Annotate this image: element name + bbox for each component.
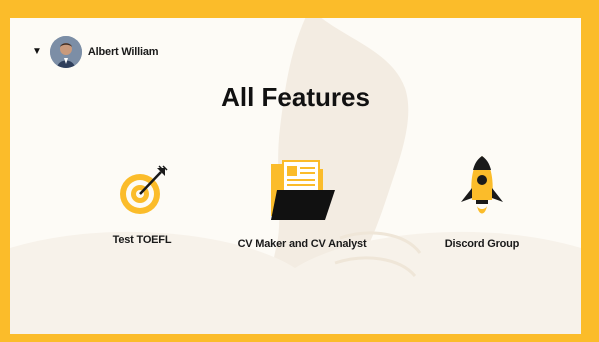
avatar xyxy=(49,36,82,68)
user-name: Albert William xyxy=(87,46,159,58)
feature-label: Test TOEFL xyxy=(112,234,172,246)
feature-label: CV Maker and CV Analyst xyxy=(237,238,367,250)
feature-discord-group[interactable]: Discord Group xyxy=(430,154,534,250)
target-icon xyxy=(120,165,168,214)
app-frame: ▼ Albert William All Features Test TOEFL… xyxy=(0,0,599,342)
frame-border-top xyxy=(0,0,599,18)
feature-cv-maker[interactable]: CV Maker and CV Analyst xyxy=(222,160,382,250)
folder-document-icon xyxy=(271,160,335,220)
frame-border-right xyxy=(581,0,599,342)
feature-test-toefl[interactable]: Test TOEFL xyxy=(102,164,182,246)
frame-border-left xyxy=(0,0,10,342)
feature-label: Discord Group xyxy=(444,238,520,250)
main-content: ▼ Albert William All Features Test TOEFL… xyxy=(10,18,581,334)
frame-border-bottom xyxy=(0,334,599,342)
user-menu[interactable]: ▼ Albert William xyxy=(32,36,159,68)
caret-down-icon[interactable]: ▼ xyxy=(32,47,42,57)
page-title: All Features xyxy=(221,82,370,112)
rocket-icon xyxy=(461,156,503,214)
